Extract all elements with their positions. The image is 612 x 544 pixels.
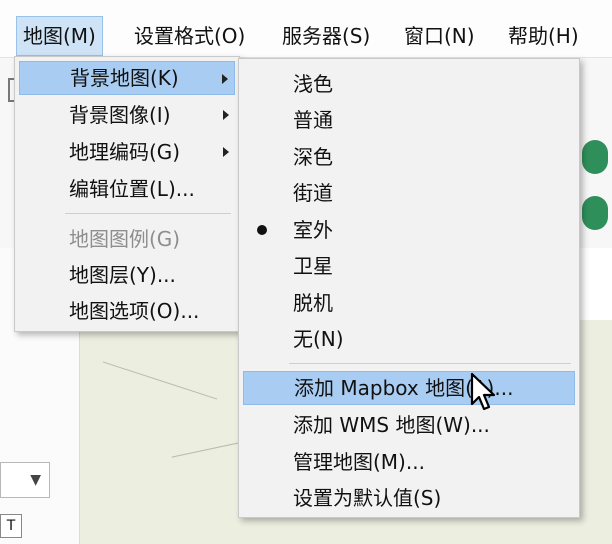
mouse-pointer-icon: [470, 372, 496, 411]
menu-separator: [289, 363, 571, 364]
menu-item-label: 无(N): [293, 327, 344, 351]
menu-item-label: 卫星: [293, 254, 333, 278]
menu-item-label: 地图图例(G): [69, 227, 181, 251]
menu-item-add-wms-map[interactable]: 添加 WMS 地图(W)...: [243, 408, 575, 442]
menu-item-edit-locations[interactable]: 编辑位置(L)...: [19, 172, 235, 206]
submenu-arrow-icon: [223, 110, 229, 120]
menu-format[interactable]: 设置格式(O): [128, 16, 251, 56]
menu-item-map-layers[interactable]: 地图层(Y)...: [19, 258, 235, 292]
menu-item-set-as-default[interactable]: 设置为默认值(S): [243, 481, 575, 515]
text-icon[interactable]: T: [0, 514, 22, 538]
menu-item-label: 添加 WMS 地图(W)...: [293, 413, 490, 437]
menu-item-label: 浅色: [293, 72, 333, 96]
menu-item-label: 脱机: [293, 291, 333, 315]
menu-item-label: 地图层(Y)...: [69, 263, 176, 287]
menu-item-label: 设置为默认值(S): [293, 486, 442, 510]
field-dropdown[interactable]: ▼: [0, 462, 50, 498]
map-menu: 背景地图(K) 背景图像(I) 地理编码(G) 编辑位置(L)... 地图图例(…: [14, 56, 240, 332]
map-border-line: [102, 361, 218, 400]
menubar: 地图(M) 设置格式(O) 服务器(S) 窗口(N) 帮助(H): [0, 0, 612, 58]
menu-item-label: 室外: [293, 218, 333, 242]
status-indicator: [582, 196, 608, 230]
submenu-arrow-icon: [222, 74, 228, 84]
map-style-outdoors[interactable]: 室外: [243, 213, 575, 247]
menu-item-background-images[interactable]: 背景图像(I): [19, 98, 235, 132]
map-style-none[interactable]: 无(N): [243, 322, 575, 356]
menu-item-geocoding[interactable]: 地理编码(G): [19, 135, 235, 169]
menu-item-manage-maps[interactable]: 管理地图(M)...: [243, 445, 575, 479]
map-style-normal[interactable]: 普通: [243, 103, 575, 137]
chevron-down-icon: ▼: [30, 472, 41, 488]
menu-server[interactable]: 服务器(S): [276, 16, 376, 56]
map-style-light[interactable]: 浅色: [243, 67, 575, 101]
menu-item-label: 编辑位置(L)...: [69, 177, 195, 201]
status-indicator: [582, 140, 608, 174]
menu-item-map-options[interactable]: 地图选项(O)...: [19, 294, 235, 328]
menu-separator: [65, 213, 231, 214]
menu-item-label: 地理编码(G): [69, 140, 181, 164]
menu-item-map-legend: 地图图例(G): [19, 222, 235, 256]
submenu-arrow-icon: [223, 147, 229, 157]
menu-item-label: 管理地图(M)...: [293, 450, 425, 474]
menu-item-label: 深色: [293, 145, 333, 169]
map-style-streets[interactable]: 街道: [243, 176, 575, 210]
menu-item-label: 街道: [293, 181, 333, 205]
selected-radio-icon: [257, 225, 267, 235]
menu-item-add-mapbox-map[interactable]: 添加 Mapbox 地图(A)...: [243, 371, 575, 405]
background-maps-submenu: 浅色 普通 深色 街道 室外 卫星 脱机 无(N) 添加 Mapbox 地图(A…: [238, 58, 580, 518]
menu-help[interactable]: 帮助(H): [502, 16, 585, 56]
menu-map[interactable]: 地图(M): [16, 16, 103, 56]
menu-item-label: 普通: [293, 108, 333, 132]
menu-window[interactable]: 窗口(N): [398, 16, 481, 56]
map-style-offline[interactable]: 脱机: [243, 286, 575, 320]
menu-item-background-maps[interactable]: 背景地图(K): [19, 61, 235, 95]
menu-item-label: 背景地图(K): [70, 66, 179, 90]
menu-item-label: 背景图像(I): [69, 103, 171, 127]
menu-item-label: 地图选项(O)...: [69, 299, 200, 323]
map-style-dark[interactable]: 深色: [243, 140, 575, 174]
map-style-satellite[interactable]: 卫星: [243, 249, 575, 283]
